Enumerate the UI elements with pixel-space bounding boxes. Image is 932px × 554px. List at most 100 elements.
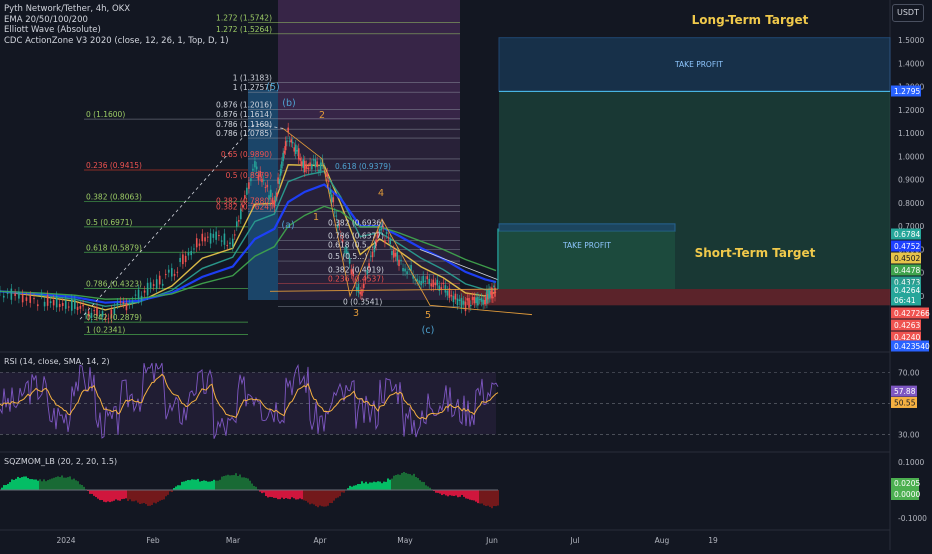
currency-button[interactable]: USDT [892, 4, 924, 22]
sqz-bar [415, 476, 417, 490]
sqz-bar [353, 485, 355, 490]
sqz-bar [283, 490, 285, 499]
sqz-bar [55, 477, 57, 490]
candle-body [273, 200, 276, 208]
sqz-bar [183, 481, 185, 490]
sqz-bar [175, 486, 177, 490]
sqz-bar [331, 490, 333, 504]
candle-body [79, 305, 82, 309]
sqz-bar [399, 474, 401, 490]
sqz-bar [333, 490, 335, 501]
candle-body [284, 141, 287, 151]
sqz-bar [53, 477, 55, 490]
sqz-bar [335, 490, 337, 499]
chart-root: 1.50001.40001.30001.20001.10001.00000.90… [0, 0, 932, 550]
sqz-bar [133, 490, 135, 502]
candle-body [370, 255, 372, 257]
candle-body [155, 279, 158, 289]
sqz-bar [105, 490, 107, 503]
candle-body [442, 282, 445, 284]
sqz-bar [305, 490, 307, 501]
wave-label: (c) [422, 325, 435, 336]
price-tag-label: 0.4502 [894, 254, 920, 263]
price-tag-label: 1.2795 [894, 87, 920, 96]
rsi-title[interactable]: RSI (14, close, SMA, 14, 2) [4, 357, 110, 366]
candle-body [471, 297, 474, 301]
sqz-bar [309, 490, 311, 505]
candle-body [278, 179, 281, 185]
indicator-ema[interactable]: EMA 20/50/100/200 [4, 15, 229, 26]
candle-body [282, 152, 284, 162]
sqz-bar [129, 490, 131, 500]
candle-body [255, 166, 258, 170]
sqz-bar [339, 490, 341, 497]
sqz-bar [295, 490, 297, 500]
sqz-bar [27, 478, 29, 490]
candle-body [482, 299, 484, 305]
sqz-bar [497, 490, 499, 506]
candle-body [195, 238, 198, 248]
sqz-bar [397, 474, 399, 490]
sqz-bar [33, 479, 35, 490]
sqzmom-title[interactable]: SQZMOM_LB (20, 2, 20, 1.5) [4, 457, 117, 466]
candle-body [432, 279, 435, 287]
candle-body [450, 294, 453, 297]
indicator-cdc-actionzone[interactable]: CDC ActionZone V3 2020 (close, 12, 26, 1… [4, 36, 229, 47]
price-tag-label: 0.4263 [894, 321, 920, 330]
sqz-bar [303, 490, 305, 501]
sqz-bar [201, 480, 203, 490]
fib-label: 0.382 (0.8063) [86, 192, 142, 201]
sqz-bar [315, 490, 317, 507]
fib-label: 1 (0.2341) [86, 326, 125, 335]
sqz-bar [231, 475, 233, 490]
sqz-bar [293, 490, 295, 499]
candle-body [276, 192, 278, 197]
fib-label: 0.786 (0.4323) [86, 279, 142, 288]
sqz-bar [269, 490, 271, 497]
candle-body [477, 296, 479, 306]
sqz-bar [483, 490, 485, 506]
candle-body [291, 141, 294, 144]
candle-body [452, 295, 455, 303]
sqz-bar [421, 481, 423, 490]
sqz-bar [383, 481, 385, 490]
sqz-bar [21, 477, 23, 490]
sqz-bar [139, 490, 141, 505]
sqz-bar [359, 484, 361, 490]
sqz-bar [357, 484, 359, 490]
sqz-bar [91, 490, 93, 494]
sqz-bar [275, 490, 277, 498]
price-tag-label: 0.427266 [894, 309, 930, 318]
fib-label: 0.618 (0.5879) [86, 243, 142, 252]
sqz-bar [155, 490, 157, 504]
indicator-elliott-wave[interactable]: Elliott Wave (Absolute) [4, 25, 229, 36]
sqz-bar [11, 479, 13, 490]
candle-body [25, 297, 28, 301]
time-tick-label: 19 [708, 536, 718, 545]
candle-body [131, 301, 134, 304]
sqz-bar [301, 490, 303, 500]
candle-body [294, 144, 297, 155]
candle-body [134, 294, 137, 296]
sqz-bar [463, 490, 465, 497]
candle-body [235, 221, 238, 227]
candle-body [473, 297, 476, 304]
chart-legend: Pyth Network/Tether, 4h, OKX EMA 20/50/1… [4, 4, 229, 46]
sqz-bar [287, 490, 289, 499]
sqz-bar [247, 478, 249, 490]
candle-body [146, 282, 149, 296]
sqz-bar [279, 490, 281, 500]
sqz-bar [441, 490, 443, 496]
candle-body [318, 169, 320, 172]
sqz-bar [457, 490, 459, 498]
sqz-bar [39, 479, 41, 490]
candle-body [434, 282, 437, 286]
candle-body [238, 220, 240, 222]
candle-body [335, 215, 338, 217]
candle-body [223, 233, 226, 245]
candle-body [266, 184, 269, 188]
chart-svg[interactable]: 1.50001.40001.30001.20001.10001.00000.90… [0, 0, 932, 550]
sqz-bar [411, 475, 413, 490]
sqz-bar [427, 486, 429, 490]
sqz-bar [157, 490, 159, 502]
